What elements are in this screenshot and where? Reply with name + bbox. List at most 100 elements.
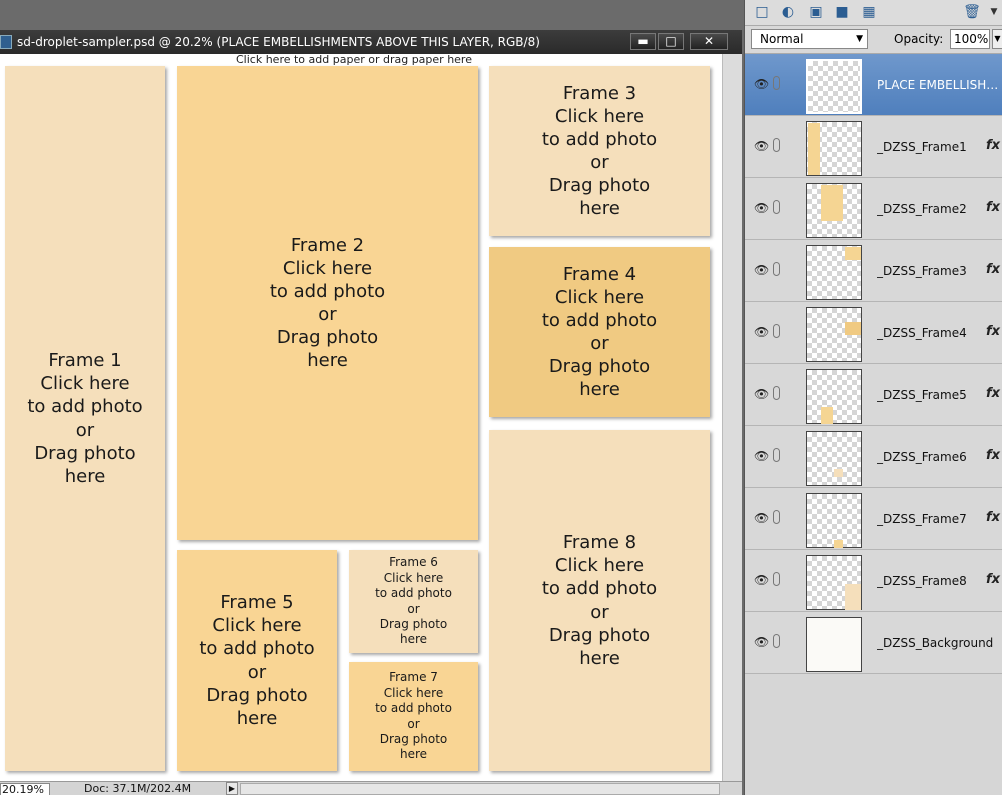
- fx-icon[interactable]: fx: [986, 448, 1000, 463]
- fx-icon[interactable]: fx: [986, 386, 1000, 401]
- trash-icon[interactable]: 🗑: [963, 4, 981, 21]
- eye-icon[interactable]: 👁: [754, 635, 769, 649]
- eye-icon[interactable]: 👁: [754, 77, 769, 91]
- opacity-field[interactable]: 100%: [950, 29, 990, 49]
- eye-icon[interactable]: 👁: [754, 325, 769, 339]
- frame-2[interactable]: Frame 2 Click here to add photo or Drag …: [177, 66, 478, 540]
- layer-row[interactable]: 👁 _DZSS_Frame7 fx: [745, 488, 1002, 550]
- blend-mode-value: Normal: [760, 32, 804, 46]
- layer-thumbnail: [806, 183, 862, 238]
- frame-1-label: Frame 1 Click here to add photo or Drag …: [27, 350, 143, 487]
- eye-icon[interactable]: 👁: [754, 573, 769, 587]
- layer-name: PLACE EMBELLISHM...: [877, 78, 999, 92]
- frame-3-label: Frame 3 Click here to add photo or Drag …: [541, 82, 658, 220]
- layer-row[interactable]: 👁 _DZSS_Frame8 fx: [745, 550, 1002, 612]
- eye-icon[interactable]: 👁: [754, 263, 769, 277]
- frame-8[interactable]: Frame 8 Click here to add photo or Drag …: [489, 430, 710, 771]
- layer-row[interactable]: 👁 _DZSS_Frame2 fx: [745, 178, 1002, 240]
- fx-icon[interactable]: fx: [986, 138, 1000, 153]
- layer-row[interactable]: 👁 _DZSS_Frame1 fx: [745, 116, 1002, 178]
- link-icon[interactable]: [773, 324, 780, 338]
- layer-name: _DZSS_Frame2: [877, 202, 967, 216]
- fx-icon[interactable]: fx: [986, 262, 1000, 277]
- status-bar: 20.19% Doc: 37.1M/202.4M ▶: [0, 781, 742, 795]
- chevron-down-icon: ▼: [856, 34, 863, 44]
- layer-thumbnail: [806, 555, 862, 610]
- layer-name: _DZSS_Frame3: [877, 264, 967, 278]
- link-icon[interactable]: [773, 572, 780, 586]
- layer-name: _DZSS_Background: [877, 636, 994, 650]
- opacity-label: Opacity:: [894, 32, 944, 46]
- layer-row[interactable]: 👁 _DZSS_Frame3 fx: [745, 240, 1002, 302]
- layer-row[interactable]: 👁 _DZSS_Frame6 fx: [745, 426, 1002, 488]
- doc-size-readout: Doc: 37.1M/202.4M: [84, 782, 192, 795]
- layer-row[interactable]: 👁 _DZSS_Frame5 fx: [745, 364, 1002, 426]
- fx-icon[interactable]: fx: [986, 324, 1000, 339]
- close-button[interactable]: ✕: [690, 33, 728, 50]
- frame-5[interactable]: Frame 5 Click here to add photo or Drag …: [177, 550, 337, 771]
- link-icon[interactable]: [773, 386, 780, 400]
- frame-2-label: Frame 2 Click here to add photo or Drag …: [269, 234, 386, 372]
- frame-3[interactable]: Frame 3 Click here to add photo or Drag …: [489, 66, 710, 236]
- link-icon[interactable]: [773, 200, 780, 214]
- link-icon[interactable]: [773, 634, 780, 648]
- maximize-button[interactable]: □: [658, 33, 684, 50]
- fx-icon[interactable]: fx: [986, 572, 1000, 587]
- layer-thumbnail: [806, 369, 862, 424]
- link-icon[interactable]: [773, 448, 780, 462]
- link-icon[interactable]: [773, 76, 780, 90]
- layer-row[interactable]: 👁 _DZSS_Frame4 fx: [745, 302, 1002, 364]
- layer-name: _DZSS_Frame8: [877, 574, 967, 588]
- layer-thumbnail: [806, 59, 862, 114]
- layer-thumbnail: [806, 431, 862, 486]
- document-canvas[interactable]: Click here to add paper or drag paper he…: [0, 54, 722, 781]
- frame-1[interactable]: Frame 1 Click here to add photo or Drag …: [5, 66, 165, 771]
- layer-list: 👁 PLACE EMBELLISHM... 👁 _DZSS_Frame1 fx …: [745, 54, 1002, 674]
- paper-hint-text[interactable]: Click here to add paper or drag paper he…: [236, 54, 472, 66]
- layer-name: _DZSS_Frame6: [877, 450, 967, 464]
- link-icon[interactable]: [773, 262, 780, 276]
- link-icon[interactable]: [773, 138, 780, 152]
- frame-7[interactable]: Frame 7 Click here to add photo or Drag …: [349, 662, 478, 771]
- opacity-dropdown-icon[interactable]: ▼: [992, 29, 1002, 49]
- horizontal-scrollbar[interactable]: [240, 783, 720, 795]
- zoom-field[interactable]: 20.19%: [0, 783, 50, 795]
- blend-mode-select[interactable]: Normal ▼: [751, 29, 868, 49]
- vertical-scrollbar[interactable]: [722, 54, 742, 781]
- layers-panel: □ ◐ ▣ ■ ▦ 🗑 ▼ Normal ▼ Opacity: 100% ▼ 👁…: [744, 0, 1002, 795]
- eye-icon[interactable]: 👁: [754, 511, 769, 525]
- lock-transparency-icon[interactable]: ▦: [860, 4, 878, 21]
- fx-icon[interactable]: fx: [986, 510, 1000, 525]
- document-icon: [0, 35, 12, 49]
- layer-row[interactable]: 👁 PLACE EMBELLISHM...: [745, 54, 1002, 116]
- status-menu-arrow-icon[interactable]: ▶: [226, 782, 238, 795]
- panel-menu-icon[interactable]: ▼: [988, 4, 1000, 21]
- new-layer-icon[interactable]: □: [753, 4, 771, 21]
- lock-icon[interactable]: ■: [833, 4, 851, 21]
- document-title: sd-droplet-sampler.psd @ 20.2% (PLACE EM…: [17, 35, 540, 49]
- eye-icon[interactable]: 👁: [754, 201, 769, 215]
- photoshop-elements-workspace: sd-droplet-sampler.psd @ 20.2% (PLACE EM…: [0, 0, 1002, 795]
- layer-mask-icon[interactable]: ▣: [807, 4, 825, 21]
- layer-options-bar: Normal ▼ Opacity: 100% ▼: [745, 26, 1002, 54]
- layer-row[interactable]: 👁 _DZSS_Background: [745, 612, 1002, 674]
- link-icon[interactable]: [773, 510, 780, 524]
- layer-name: _DZSS_Frame1: [877, 140, 967, 154]
- adjustment-layer-icon[interactable]: ◐: [779, 4, 797, 21]
- frame-6-label: Frame 6 Click here to add photo or Drag …: [375, 555, 452, 647]
- layer-name: _DZSS_Frame4: [877, 326, 967, 340]
- eye-icon[interactable]: 👁: [754, 139, 769, 153]
- eye-icon[interactable]: 👁: [754, 387, 769, 401]
- document-titlebar[interactable]: sd-droplet-sampler.psd @ 20.2% (PLACE EM…: [0, 30, 742, 54]
- layer-thumbnail: [806, 617, 862, 672]
- layer-thumbnail: [806, 307, 862, 362]
- layer-thumbnail: [806, 493, 862, 548]
- fx-icon[interactable]: fx: [986, 200, 1000, 215]
- layer-name: _DZSS_Frame7: [877, 512, 967, 526]
- eye-icon[interactable]: 👁: [754, 449, 769, 463]
- frame-7-label: Frame 7 Click here to add photo or Drag …: [375, 670, 452, 762]
- frame-4[interactable]: Frame 4 Click here to add photo or Drag …: [489, 247, 710, 417]
- layer-name: _DZSS_Frame5: [877, 388, 967, 402]
- minimize-button[interactable]: ▬: [630, 33, 656, 50]
- frame-6[interactable]: Frame 6 Click here to add photo or Drag …: [349, 550, 478, 653]
